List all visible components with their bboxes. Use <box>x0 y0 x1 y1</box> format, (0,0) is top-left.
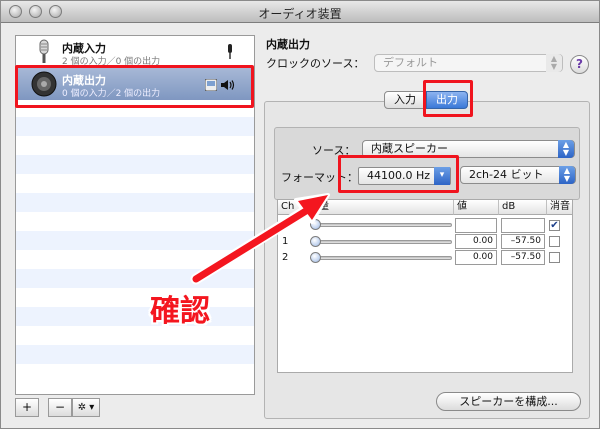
device-title: 内蔵出力 <box>266 38 310 51</box>
chevron-updown-icon: ▲ ▼ <box>546 54 562 72</box>
db-field[interactable] <box>501 218 545 233</box>
column-header[interactable]: 値 <box>454 200 499 215</box>
configure-speakers-button[interactable]: スピーカーを構成... <box>436 392 581 411</box>
chevron-updown-icon: ▲ ▼ <box>558 140 574 158</box>
source-value: 内蔵スピーカー <box>371 142 448 155</box>
value-field[interactable]: 0.00 <box>455 234 497 249</box>
db-field[interactable]: –57.50 <box>501 234 545 249</box>
device-row-builtin-input[interactable]: 内蔵入力 2 個の入力／0 個の出力 <box>16 36 254 68</box>
slider-knob[interactable] <box>310 236 321 247</box>
list-stripe <box>16 155 254 174</box>
channel-number: 1 <box>282 236 289 247</box>
db-field[interactable]: –57.50 <box>501 250 545 265</box>
column-header[interactable]: dB <box>499 200 547 215</box>
clock-source-value: デフォルト <box>383 56 438 69</box>
mute-checkbox-ch2[interactable] <box>549 252 560 263</box>
list-stripe <box>16 307 254 326</box>
mute-checkbox-master[interactable]: ✔ <box>549 220 560 231</box>
bit-depth-select[interactable]: 2ch-24 ビット ▲ ▼ <box>460 166 576 184</box>
title-bar: オーディオ装置 <box>1 1 599 23</box>
column-header[interactable]: 音量 <box>306 200 454 215</box>
value-field[interactable] <box>455 218 497 233</box>
column-header[interactable]: 消音 <box>547 200 572 215</box>
volume-slider-ch1[interactable] <box>314 240 452 244</box>
slider-knob[interactable] <box>310 252 321 263</box>
annotation-label: 確認 <box>150 294 210 329</box>
device-toolbar: + − ✲ ▾ <box>15 398 255 418</box>
gear-menu-button[interactable]: ✲ ▾ <box>72 398 100 417</box>
list-stripe <box>16 345 254 364</box>
highlight-selected-device <box>15 65 254 108</box>
clock-source-select[interactable]: デフォルト ▲ ▼ <box>374 54 563 72</box>
list-stripe <box>16 193 254 212</box>
column-header[interactable]: Ch <box>278 200 306 215</box>
microphone-icon <box>39 39 49 63</box>
mute-checkbox-ch1[interactable] <box>549 236 560 247</box>
list-stripe <box>16 269 254 288</box>
slider-knob[interactable] <box>310 219 321 230</box>
value-field[interactable]: 0.00 <box>455 250 497 265</box>
tab-input[interactable]: 入力 <box>384 91 426 109</box>
microphone-icon <box>228 44 232 59</box>
channel-number: 2 <box>282 252 289 263</box>
volume-slider-ch2[interactable] <box>314 256 452 260</box>
list-stripe <box>16 231 254 250</box>
channel-volume-table: Ch 音量 値 dB 消音 ✔ 1 0.00 –57.50 2 0.00 –57… <box>277 199 573 373</box>
list-stripe <box>16 117 254 136</box>
highlight-output-tab <box>423 80 473 117</box>
chevron-updown-icon: ▲ ▼ <box>559 166 575 184</box>
add-device-button[interactable]: + <box>15 398 39 417</box>
remove-device-button[interactable]: − <box>48 398 72 417</box>
bit-depth-value: 2ch-24 ビット <box>469 168 544 181</box>
window-title: オーディオ装置 <box>258 7 342 21</box>
volume-slider-master[interactable] <box>314 223 452 227</box>
highlight-sample-rate <box>338 155 459 193</box>
clock-source-label: クロックのソース： <box>266 57 365 70</box>
help-button[interactable]: ? <box>570 55 589 74</box>
